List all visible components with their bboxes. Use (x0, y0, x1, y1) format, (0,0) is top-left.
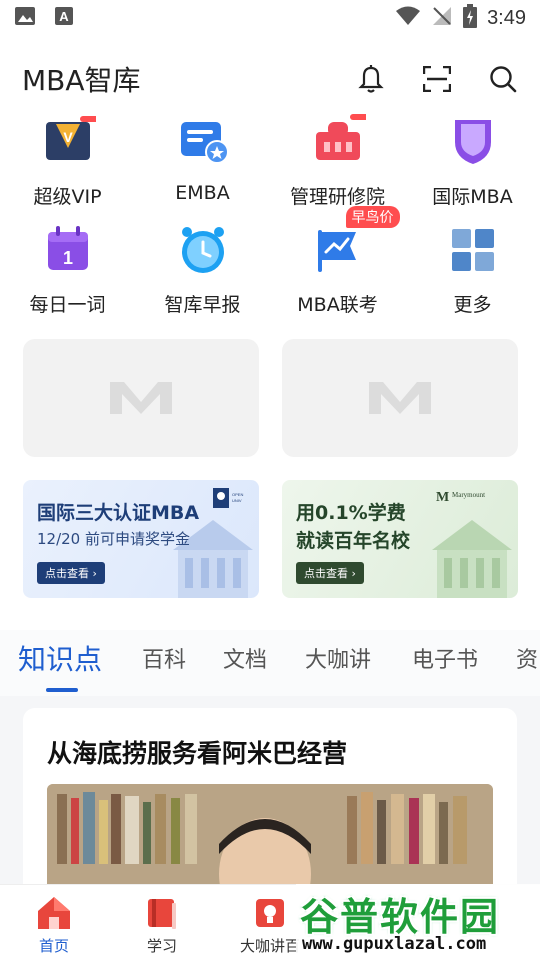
grid-item-label: 国际MBA (432, 186, 513, 208)
home-icon (34, 895, 74, 931)
banner-title: 用0.1%学费 (296, 502, 406, 524)
article-title: 从海底捞服务看阿米巴经营 (47, 739, 348, 768)
nav-label: 大咖讲百 (239, 937, 300, 955)
vip-badge-icon: V (40, 114, 96, 170)
grid-item-label: MBA联考 (297, 294, 378, 316)
image-icon (14, 6, 36, 30)
svg-text:M: M (436, 490, 449, 504)
banner-title: 国际三大认证MBA (37, 502, 200, 524)
tab-resources[interactable]: 资 (516, 642, 538, 674)
app-header: MBA智库 (0, 46, 540, 112)
wifi-icon (395, 6, 421, 30)
book-icon (142, 895, 182, 931)
early-bird-tag: 早鸟价 (345, 206, 400, 228)
svg-text:A: A (59, 9, 69, 24)
quick-access-grid: V 超级VIP EMBA 管理研修院 国际MBA 1 每日一词 智库早报 早鸟价… (0, 112, 540, 327)
svg-text:Marymount: Marymount (452, 491, 485, 499)
font-icon: A (54, 6, 74, 30)
banner-view-button[interactable]: 点击查看 › (296, 562, 364, 584)
svg-text:1: 1 (62, 248, 72, 268)
scan-icon[interactable] (422, 64, 452, 94)
watermark: 谷普软件园 www.gupuxlazal.com (296, 884, 540, 960)
certificate-icon (175, 114, 231, 170)
banner-marymount[interactable]: M Marymount 用0.1%学费 就读百年名校 点击查看 › (282, 480, 518, 598)
tab-expert-talks[interactable]: 大咖讲 (305, 642, 371, 674)
grid-item-daily-word[interactable]: 1 每日一词 (0, 222, 135, 317)
grid-item-intl-mba[interactable]: 国际MBA (405, 114, 540, 209)
no-signal-icon (431, 5, 453, 31)
institute-icon (310, 114, 366, 170)
banner-view-button[interactable]: 点击查看 › (37, 562, 105, 584)
shield-icon (445, 114, 501, 170)
svg-text:V: V (63, 129, 73, 145)
active-tab-indicator (46, 688, 78, 692)
grid-item-super-vip[interactable]: V 超级VIP (0, 114, 135, 209)
search-icon[interactable] (488, 64, 518, 94)
banner-subtitle: 12/20 前可申请奖学金 (37, 530, 190, 548)
grid-item-more[interactable]: 更多 (405, 222, 540, 317)
open-university-logo: OPEN UNIV (213, 488, 247, 511)
tab-encyclopedia[interactable]: 百科 (142, 642, 186, 674)
grid-item-label: 更多 (453, 294, 492, 316)
svg-text:UNIV: UNIV (232, 498, 242, 503)
banner-intl-mba[interactable]: OPEN UNIV 国际三大认证MBA 12/20 前可申请奖学金 点击查看 › (23, 480, 259, 598)
watermark-url: www.gupuxlazal.com (302, 934, 487, 954)
calendar-icon: 1 (40, 222, 96, 278)
nav-label: 首页 (38, 937, 69, 955)
bell-icon[interactable] (356, 64, 386, 94)
grid-item-mba-exam[interactable]: 早鸟价 MBA联考 (270, 206, 405, 317)
grid-item-label: 超级VIP (33, 186, 102, 208)
article-card[interactable]: 从海底捞服务看阿米巴经营 (23, 708, 517, 884)
placeholder-logo-icon (110, 382, 172, 414)
placeholder-card[interactable] (23, 339, 259, 457)
content-tabs: 知识点 百科 文档 大咖讲 电子书 资 (0, 630, 540, 696)
content-feed: 从海底捞服务看阿米巴经营 (0, 696, 540, 884)
placeholder-logo-icon (369, 382, 431, 414)
status-bar: A 3:49 (0, 0, 540, 36)
grid-item-institute[interactable]: 管理研修院 (270, 114, 405, 209)
watermark-title: 谷普软件园 (300, 895, 501, 939)
tab-ebooks[interactable]: 电子书 (412, 642, 478, 674)
grid-item-emba[interactable]: EMBA (135, 114, 270, 204)
battery-charging-icon (463, 4, 478, 32)
banner-subtitle: 就读百年名校 (296, 530, 411, 552)
svg-text:OPEN: OPEN (232, 492, 243, 497)
article-thumbnail[interactable] (47, 784, 493, 884)
tab-documents[interactable]: 文档 (223, 642, 267, 674)
marymount-logo: M Marymount (436, 488, 506, 507)
tab-knowledge[interactable]: 知识点 (18, 638, 102, 678)
grid-item-label: EMBA (175, 182, 230, 204)
grid-item-label: 管理研修院 (289, 186, 385, 208)
lecture-icon (250, 895, 290, 931)
flag-chart-icon: 早鸟价 (310, 206, 400, 278)
alarm-clock-icon (175, 222, 231, 278)
app-title: MBA智库 (22, 64, 141, 97)
nav-label: 学习 (146, 937, 177, 955)
grid-item-morning-news[interactable]: 智库早报 (135, 222, 270, 317)
grid-more-icon (445, 222, 501, 278)
nav-item-home[interactable]: 首页 (0, 895, 108, 956)
status-time: 3:49 (487, 6, 526, 29)
grid-item-label: 每日一词 (29, 294, 106, 316)
grid-item-label: 智库早报 (164, 294, 241, 316)
nav-item-study[interactable]: 学习 (108, 895, 216, 956)
video-thumbnail-icon (47, 784, 493, 884)
placeholder-card[interactable] (282, 339, 518, 457)
